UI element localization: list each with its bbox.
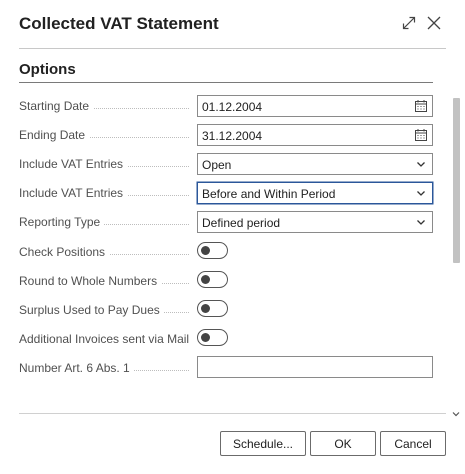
chevron-down-icon[interactable]	[415, 158, 427, 170]
toggle-knob	[201, 246, 210, 255]
toggle-knob	[201, 304, 210, 313]
check-positions-toggle[interactable]	[197, 242, 228, 259]
section-divider	[19, 82, 433, 83]
check-positions-label: Check Positions	[19, 245, 110, 259]
ending-date-value: 31.12.2004	[202, 129, 263, 143]
calendar-icon[interactable]	[415, 100, 427, 112]
round-to-whole-numbers-toggle[interactable]	[197, 271, 228, 288]
leader-dots	[129, 370, 189, 371]
row-additional-invoices-sent-via-mail: Additional Invoices sent via Mail	[19, 328, 435, 350]
schedule-button[interactable]: Schedule...	[220, 431, 306, 456]
row-reporting-type: Reporting Type Defined period	[19, 211, 435, 233]
scroll-down-icon[interactable]	[452, 405, 460, 417]
calendar-icon[interactable]	[415, 129, 427, 141]
collected-vat-statement-dialog: Collected VAT Statement Options Starting…	[0, 0, 465, 474]
row-include-vat-entries-1: Include VAT Entries Open	[19, 153, 435, 175]
ending-date-label: Ending Date	[19, 128, 90, 142]
reporting-type-select[interactable]: Defined period	[197, 211, 433, 233]
number-art-6-abs-1-input[interactable]	[197, 356, 433, 378]
leader-dots	[119, 195, 189, 196]
row-include-vat-entries-2: Include VAT Entries Before and Within Pe…	[19, 182, 435, 204]
surplus-used-to-pay-dues-toggle[interactable]	[197, 300, 228, 317]
row-surplus-used-to-pay-dues: Surplus Used to Pay Dues	[19, 299, 435, 321]
row-starting-date: Starting Date 01.12.2004	[19, 95, 435, 117]
row-round-to-whole-numbers: Round to Whole Numbers	[19, 270, 435, 292]
toggle-knob	[201, 275, 210, 284]
starting-date-value: 01.12.2004	[202, 100, 263, 114]
expand-icon[interactable]	[401, 15, 417, 31]
header-divider	[19, 48, 446, 49]
include-vat-entries-value-2: Before and Within Period	[202, 187, 336, 201]
starting-date-field[interactable]: 01.12.2004	[197, 95, 433, 117]
ok-button[interactable]: OK	[310, 431, 376, 456]
additional-invoices-sent-via-mail-toggle[interactable]	[197, 329, 228, 346]
row-ending-date: Ending Date 31.12.2004	[19, 124, 435, 146]
footer-divider	[19, 413, 446, 414]
vertical-scrollbar[interactable]	[451, 88, 462, 417]
dialog-title: Collected VAT Statement	[19, 14, 219, 33]
include-vat-entries-value-1: Open	[202, 158, 232, 172]
close-icon[interactable]	[426, 15, 442, 31]
leader-dots	[99, 254, 189, 255]
surplus-used-to-pay-dues-label: Surplus Used to Pay Dues	[19, 303, 164, 317]
leader-dots	[103, 224, 189, 225]
leader-dots	[119, 166, 189, 167]
ending-date-field[interactable]: 31.12.2004	[197, 124, 433, 146]
include-vat-entries-label: Include VAT Entries	[19, 157, 128, 171]
chevron-down-icon[interactable]	[415, 216, 427, 228]
additional-invoices-sent-via-mail-label: Additional Invoices sent via Mail	[19, 332, 194, 346]
reporting-type-label: Reporting Type	[19, 215, 105, 229]
starting-date-label: Starting Date	[19, 99, 94, 113]
chevron-down-icon[interactable]	[415, 187, 427, 199]
scrollbar-thumb[interactable]	[453, 98, 460, 263]
leader-dots	[79, 108, 189, 109]
include-vat-entries-select-1[interactable]: Open	[197, 153, 433, 175]
number-art-6-abs-1-label: Number Art. 6 Abs. 1	[19, 361, 134, 375]
include-vat-entries-select-2[interactable]: Before and Within Period	[197, 182, 433, 204]
include-vat-entries-label: Include VAT Entries	[19, 186, 128, 200]
row-number-art-6-abs-1: Number Art. 6 Abs. 1	[19, 356, 435, 378]
toggle-knob	[201, 333, 210, 342]
reporting-type-value: Defined period	[202, 216, 281, 230]
row-check-positions: Check Positions	[19, 241, 435, 263]
section-title-options: Options	[19, 61, 76, 78]
round-to-whole-numbers-label: Round to Whole Numbers	[19, 274, 162, 288]
leader-dots	[79, 137, 189, 138]
cancel-button[interactable]: Cancel	[380, 431, 446, 456]
